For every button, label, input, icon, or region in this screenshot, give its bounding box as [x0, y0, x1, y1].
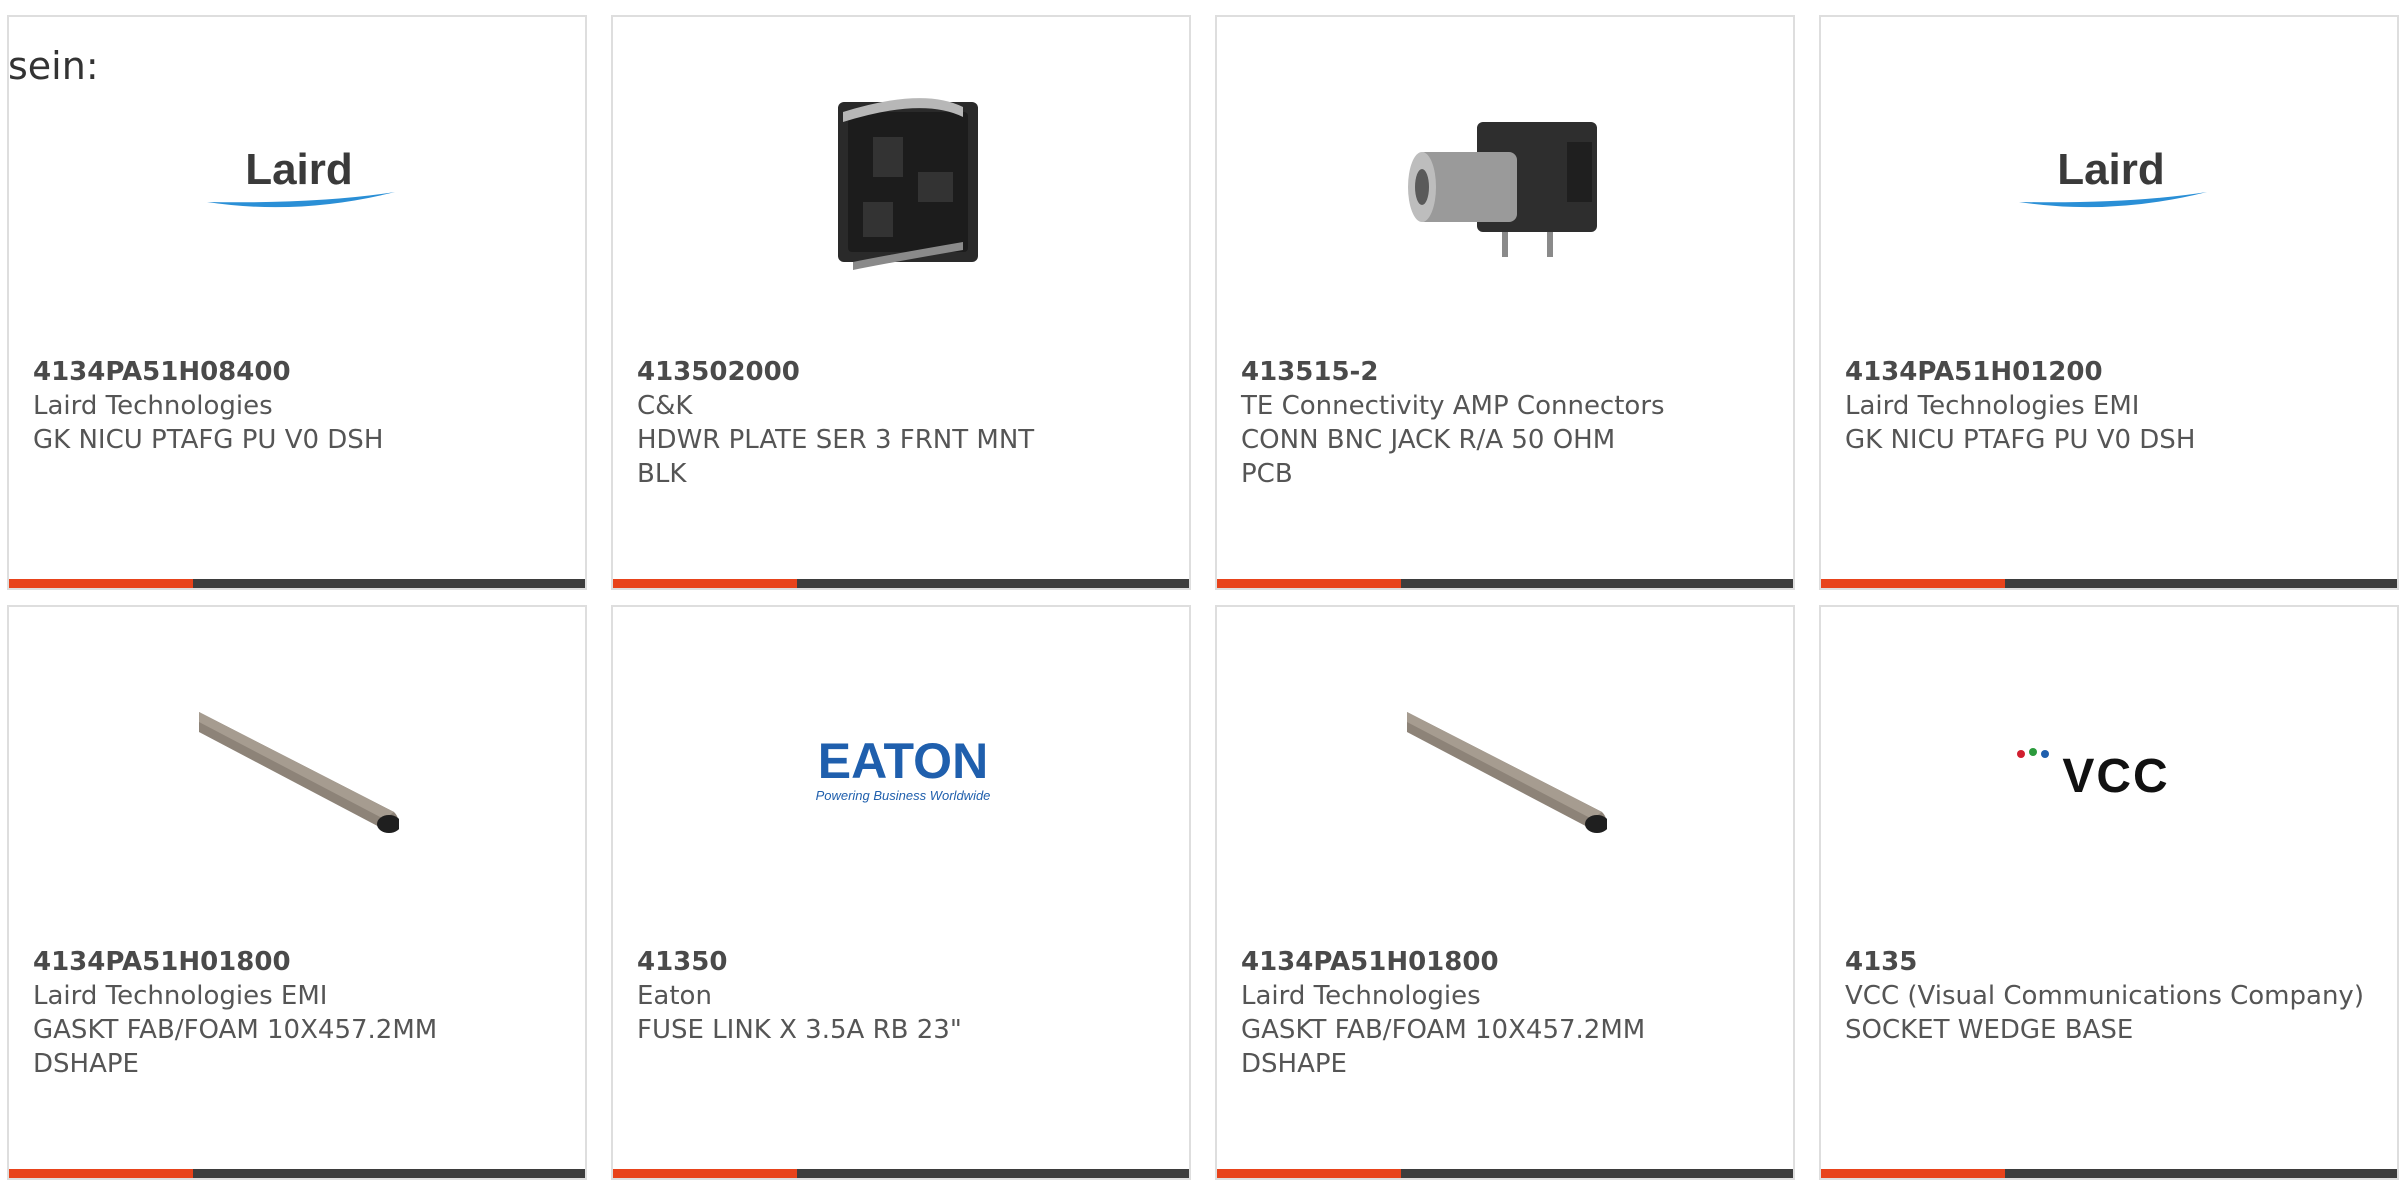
description: HDWR PLATE SER 3 FRNT MNT BLK [637, 425, 1035, 489]
laird-logo[interactable]: Laird [199, 82, 399, 282]
product-card[interactable]: Laird 4134PA51H08400 Laird Technologies … [7, 15, 587, 590]
svg-text:Laird: Laird [245, 145, 353, 194]
svg-text:Powering Business Worldwide: Powering Business Worldwide [816, 788, 991, 803]
description: GK NICU PTAFG PU V0 DSH [1845, 425, 2196, 455]
card-bottom-bar [1821, 579, 2397, 588]
card-bottom-bar [1217, 1169, 1793, 1178]
product-grid: Laird 4134PA51H08400 Laird Technologies … [7, 15, 2399, 1180]
part-number[interactable]: 4134PA51H01800 [1241, 945, 1773, 979]
product-card[interactable]: 413515-2 TE Connectivity AMP Connectors … [1215, 15, 1795, 590]
svg-text:EATON: EATON [818, 733, 988, 789]
description: GASKT FAB/FOAM 10X457.2MM DSHAPE [33, 1015, 438, 1079]
description: GK NICU PTAFG PU V0 DSH [33, 425, 384, 455]
manufacturer: C&K [637, 391, 693, 421]
manufacturer: Laird Technologies EMI [1845, 391, 2140, 421]
part-number[interactable]: 4134PA51H08400 [33, 355, 565, 389]
description: SOCKET WEDGE BASE [1845, 1015, 2134, 1045]
svg-text:VCC: VCC [2062, 750, 2169, 802]
card-bottom-bar [1217, 579, 1793, 588]
manufacturer: Laird Technologies EMI [33, 981, 328, 1011]
card-bottom-bar [9, 1169, 585, 1178]
manufacturer: Laird Technologies [1241, 981, 1481, 1011]
manufacturer: VCC (Visual Communications Company) [1845, 981, 2364, 1011]
product-card[interactable]: EATON Powering Business Worldwide 41350 … [611, 605, 1191, 1180]
part-number[interactable]: 4134PA51H01800 [33, 945, 565, 979]
description: CONN BNC JACK R/A 50 OHM PCB [1241, 425, 1616, 489]
description: GASKT FAB/FOAM 10X457.2MM DSHAPE [1241, 1015, 1646, 1079]
product-card[interactable]: 4134PA51H01800 Laird Technologies GASKT … [1215, 605, 1795, 1180]
product-card[interactable]: 4134PA51H01800 Laird Technologies EMI GA… [7, 605, 587, 1180]
part-number[interactable]: 4134PA51H01200 [1845, 355, 2377, 389]
product-card[interactable]: Laird 4134PA51H01200 Laird Technologies … [1819, 15, 2399, 590]
card-bottom-bar [613, 1169, 1189, 1178]
gasket-strip-photo[interactable] [1407, 672, 1607, 872]
vcc-logo[interactable]: VCC [2011, 672, 2211, 872]
part-number[interactable]: 4135 [1845, 945, 2377, 979]
card-bottom-bar [613, 579, 1189, 588]
card-bottom-bar [9, 579, 585, 588]
gasket-strip-photo[interactable] [199, 672, 399, 872]
hardware-plate-photo[interactable] [803, 82, 1003, 282]
product-card[interactable]: VCC 4135 VCC (Visual Communications Comp… [1819, 605, 2399, 1180]
manufacturer: Eaton [637, 981, 712, 1011]
bnc-connector-photo[interactable] [1407, 82, 1607, 282]
laird-logo[interactable]: Laird [2011, 82, 2211, 282]
svg-text:Laird: Laird [2057, 145, 2165, 194]
part-number[interactable]: 41350 [637, 945, 1169, 979]
card-bottom-bar [1821, 1169, 2397, 1178]
part-number[interactable]: 413515-2 [1241, 355, 1773, 389]
manufacturer: TE Connectivity AMP Connectors [1241, 391, 1665, 421]
intro-text: sein: [8, 44, 99, 88]
product-card[interactable]: 413502000 C&K HDWR PLATE SER 3 FRNT MNT … [611, 15, 1191, 590]
manufacturer: Laird Technologies [33, 391, 273, 421]
eaton-logo[interactable]: EATON Powering Business Worldwide [803, 672, 1003, 872]
part-number[interactable]: 413502000 [637, 355, 1169, 389]
description: FUSE LINK X 3.5A RB 23" [637, 1015, 962, 1045]
